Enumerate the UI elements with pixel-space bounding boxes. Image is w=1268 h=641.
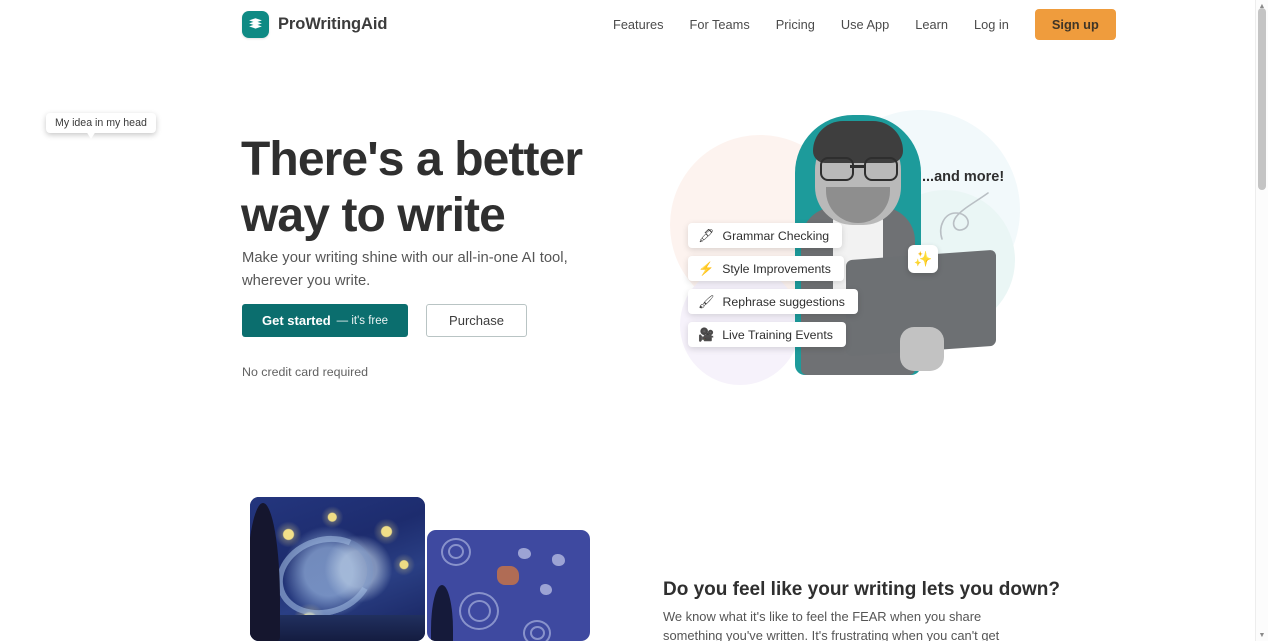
hero-title-line-1: There's a better <box>241 133 583 187</box>
feature-chip-rephrase-suggestions: 🖌 Rephrase suggestions <box>688 289 858 314</box>
hero-title: There's a better way to write <box>241 132 641 244</box>
get-started-button[interactable]: Get started — it's free <box>242 304 409 337</box>
scroll-down-arrow-icon[interactable]: ▼ <box>1258 631 1266 639</box>
flat-swirl <box>530 626 545 640</box>
book-logo-icon <box>242 11 269 38</box>
page-viewport: ProWritingAid Features For Teams Pricing… <box>0 0 1256 641</box>
lightning-icon: ⚡ <box>698 261 715 276</box>
hero-illustration: ✨ ...and more! 🖋 Grammar Checking ⚡ Styl… <box>650 95 1020 395</box>
nav-item-log-in[interactable]: Log in <box>961 17 1022 32</box>
get-started-label: Get started <box>262 313 331 328</box>
and-more-label: ...and more! <box>922 169 1005 185</box>
flat-star <box>540 584 552 595</box>
scrollbar-thumb[interactable] <box>1258 8 1266 190</box>
nav-item-use-app[interactable]: Use App <box>828 17 902 32</box>
no-credit-card-note: No credit card required <box>242 365 369 379</box>
feature-chip-live-training-events: 🎥 Live Training Events <box>688 322 846 347</box>
hero-subtitle: Make your writing shine with our all-in-… <box>242 249 568 289</box>
section-body-text: We know what it's like to feel the FEAR … <box>663 608 1000 641</box>
sign-up-button[interactable]: Sign up <box>1034 8 1116 40</box>
starry-night-image-card <box>250 497 425 641</box>
flat-swirl <box>448 544 464 559</box>
simplified-painting-card <box>427 530 590 641</box>
hero-cta-row: Get started — it's free Purchase <box>242 304 527 337</box>
get-started-sublabel: — it's free <box>336 314 389 327</box>
brand-name: ProWritingAid <box>278 15 388 33</box>
feature-chip-label: Live Training Events <box>722 327 833 342</box>
feature-chip-label: Style Improvements <box>722 261 831 276</box>
brand-logo[interactable]: ProWritingAid <box>242 11 387 38</box>
section-title: Do you feel like your writing lets you d… <box>663 578 1060 600</box>
person-hand <box>900 327 944 371</box>
video-camera-icon: 🎥 <box>698 327 715 342</box>
nav-item-features[interactable]: Features <box>600 17 677 32</box>
nav-item-learn[interactable]: Learn <box>902 17 961 32</box>
feature-chip-style-improvements: ⚡ Style Improvements <box>688 256 844 281</box>
person-glasses-icon <box>818 157 898 181</box>
feature-chip-label: Grammar Checking <box>722 228 830 243</box>
flat-swirl <box>468 600 491 622</box>
flat-cypress-tree <box>431 585 453 641</box>
nav-item-pricing[interactable]: Pricing <box>763 17 828 32</box>
feature-chip-list: 🖋 Grammar Checking ⚡ Style Improvements … <box>688 223 858 347</box>
feature-chip-grammar-checking: 🖋 Grammar Checking <box>688 223 843 248</box>
site-header: ProWritingAid Features For Teams Pricing… <box>0 0 1256 48</box>
purchase-button[interactable]: Purchase <box>426 304 527 337</box>
feature-chip-label: Rephrase suggestions <box>722 294 845 309</box>
flat-star <box>518 548 531 559</box>
nav-item-for-teams[interactable]: For Teams <box>677 17 763 32</box>
main-navigation: Features For Teams Pricing Use App Learn… <box>600 0 1116 48</box>
curly-arrow-icon <box>940 192 989 240</box>
pen-icon: 🖋 <box>698 228 715 243</box>
vertical-scrollbar[interactable]: ▲ ▼ <box>1255 0 1268 641</box>
flat-star <box>552 554 565 566</box>
hero-title-line-2: way to write <box>241 189 506 243</box>
caption-bubble-tail <box>86 131 96 139</box>
brush-icon: 🖌 <box>698 294 715 309</box>
starry-caption-bubble: My idea in my head <box>46 113 156 133</box>
flat-orange-smudge <box>497 566 519 585</box>
